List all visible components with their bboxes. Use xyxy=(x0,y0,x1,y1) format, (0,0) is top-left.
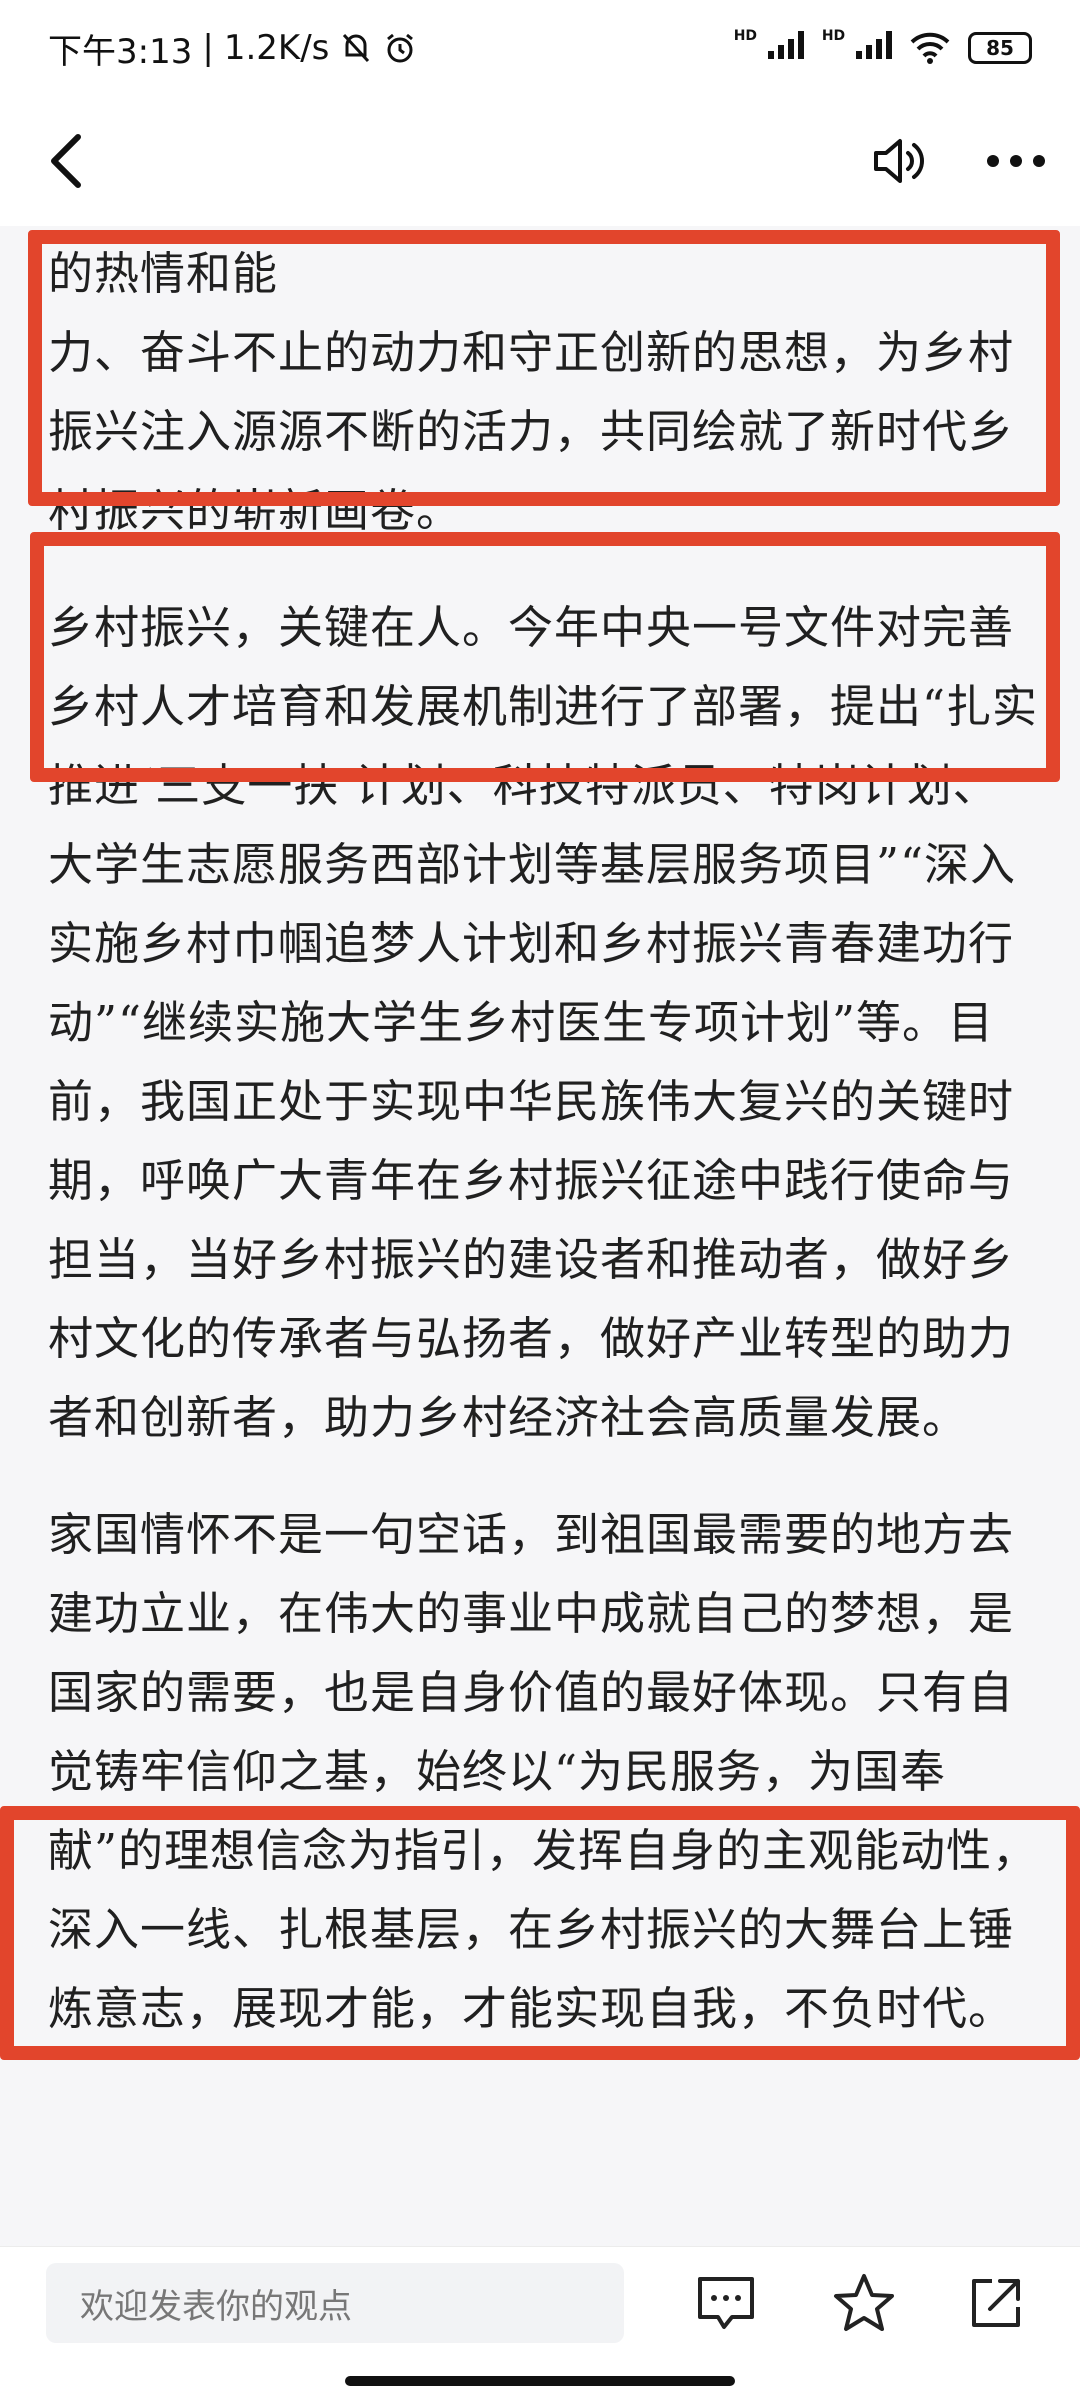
article-paragraph-2: 乡村振兴，关键在人。今年中央一号文件对完善乡村人才培育和发展机制进行了部署，提出… xyxy=(48,601,1039,1444)
status-time: 下午3:13 xyxy=(48,31,193,72)
bottom-icons xyxy=(690,2267,1050,2339)
article-body[interactable]: 推动形成了良好局面，激发了青年投身乡村振兴的热情和能 力、奋斗不止的动力和守正创… xyxy=(0,196,1080,2246)
hd-label-1: HD xyxy=(733,28,758,44)
article-paragraph-1: 力、奋斗不止的动力和守正创新的思想，为乡村振兴注入源源不断的活力，共同绘就了新时… xyxy=(48,326,1015,537)
status-bar: 下午3:13 | 1.2K/s HD HD 85 xyxy=(0,0,1080,96)
more-dots-icon[interactable] xyxy=(986,154,1046,168)
back-arrow-icon[interactable] xyxy=(44,131,88,191)
signal-1-icon: HD xyxy=(734,28,804,68)
mute-icon xyxy=(343,33,370,63)
hd-label-2: HD xyxy=(821,28,846,44)
status-separator: | xyxy=(202,28,214,68)
home-indicator[interactable] xyxy=(345,2376,735,2386)
status-left: 下午3:13 | 1.2K/s xyxy=(48,24,417,73)
comment-input[interactable]: 欢迎发表你的观点 xyxy=(46,2263,624,2343)
speaker-icon[interactable] xyxy=(870,135,930,187)
nav-actions xyxy=(870,135,1046,187)
signal-bars-2 xyxy=(856,29,892,59)
star-icon[interactable] xyxy=(828,2267,900,2339)
wifi-icon xyxy=(910,32,950,64)
signal-bars-1 xyxy=(767,29,804,59)
screen: 下午3:13 | 1.2K/s HD HD 85 的热情和能 力、奋斗不止的动力… xyxy=(0,0,1080,2400)
comment-icon[interactable] xyxy=(690,2267,762,2339)
article-paragraph-3: 家国情怀不是一句空话，到祖国最需要的地方去建功立业，在伟大的事业中成就自己的梦想… xyxy=(48,1508,1039,2035)
battery-indicator: 85 xyxy=(968,32,1032,64)
top-nav-bar xyxy=(0,96,1080,226)
status-right: HD HD 85 xyxy=(734,28,1032,68)
network-speed: 1.2K/s xyxy=(223,28,330,68)
alarm-icon xyxy=(387,33,414,63)
share-icon[interactable] xyxy=(960,2267,1032,2339)
article-text: 推动形成了良好局面，激发了青年投身乡村振兴的热情和能 力、奋斗不止的动力和守正创… xyxy=(48,196,1038,2048)
signal-2-icon: HD xyxy=(822,28,892,68)
